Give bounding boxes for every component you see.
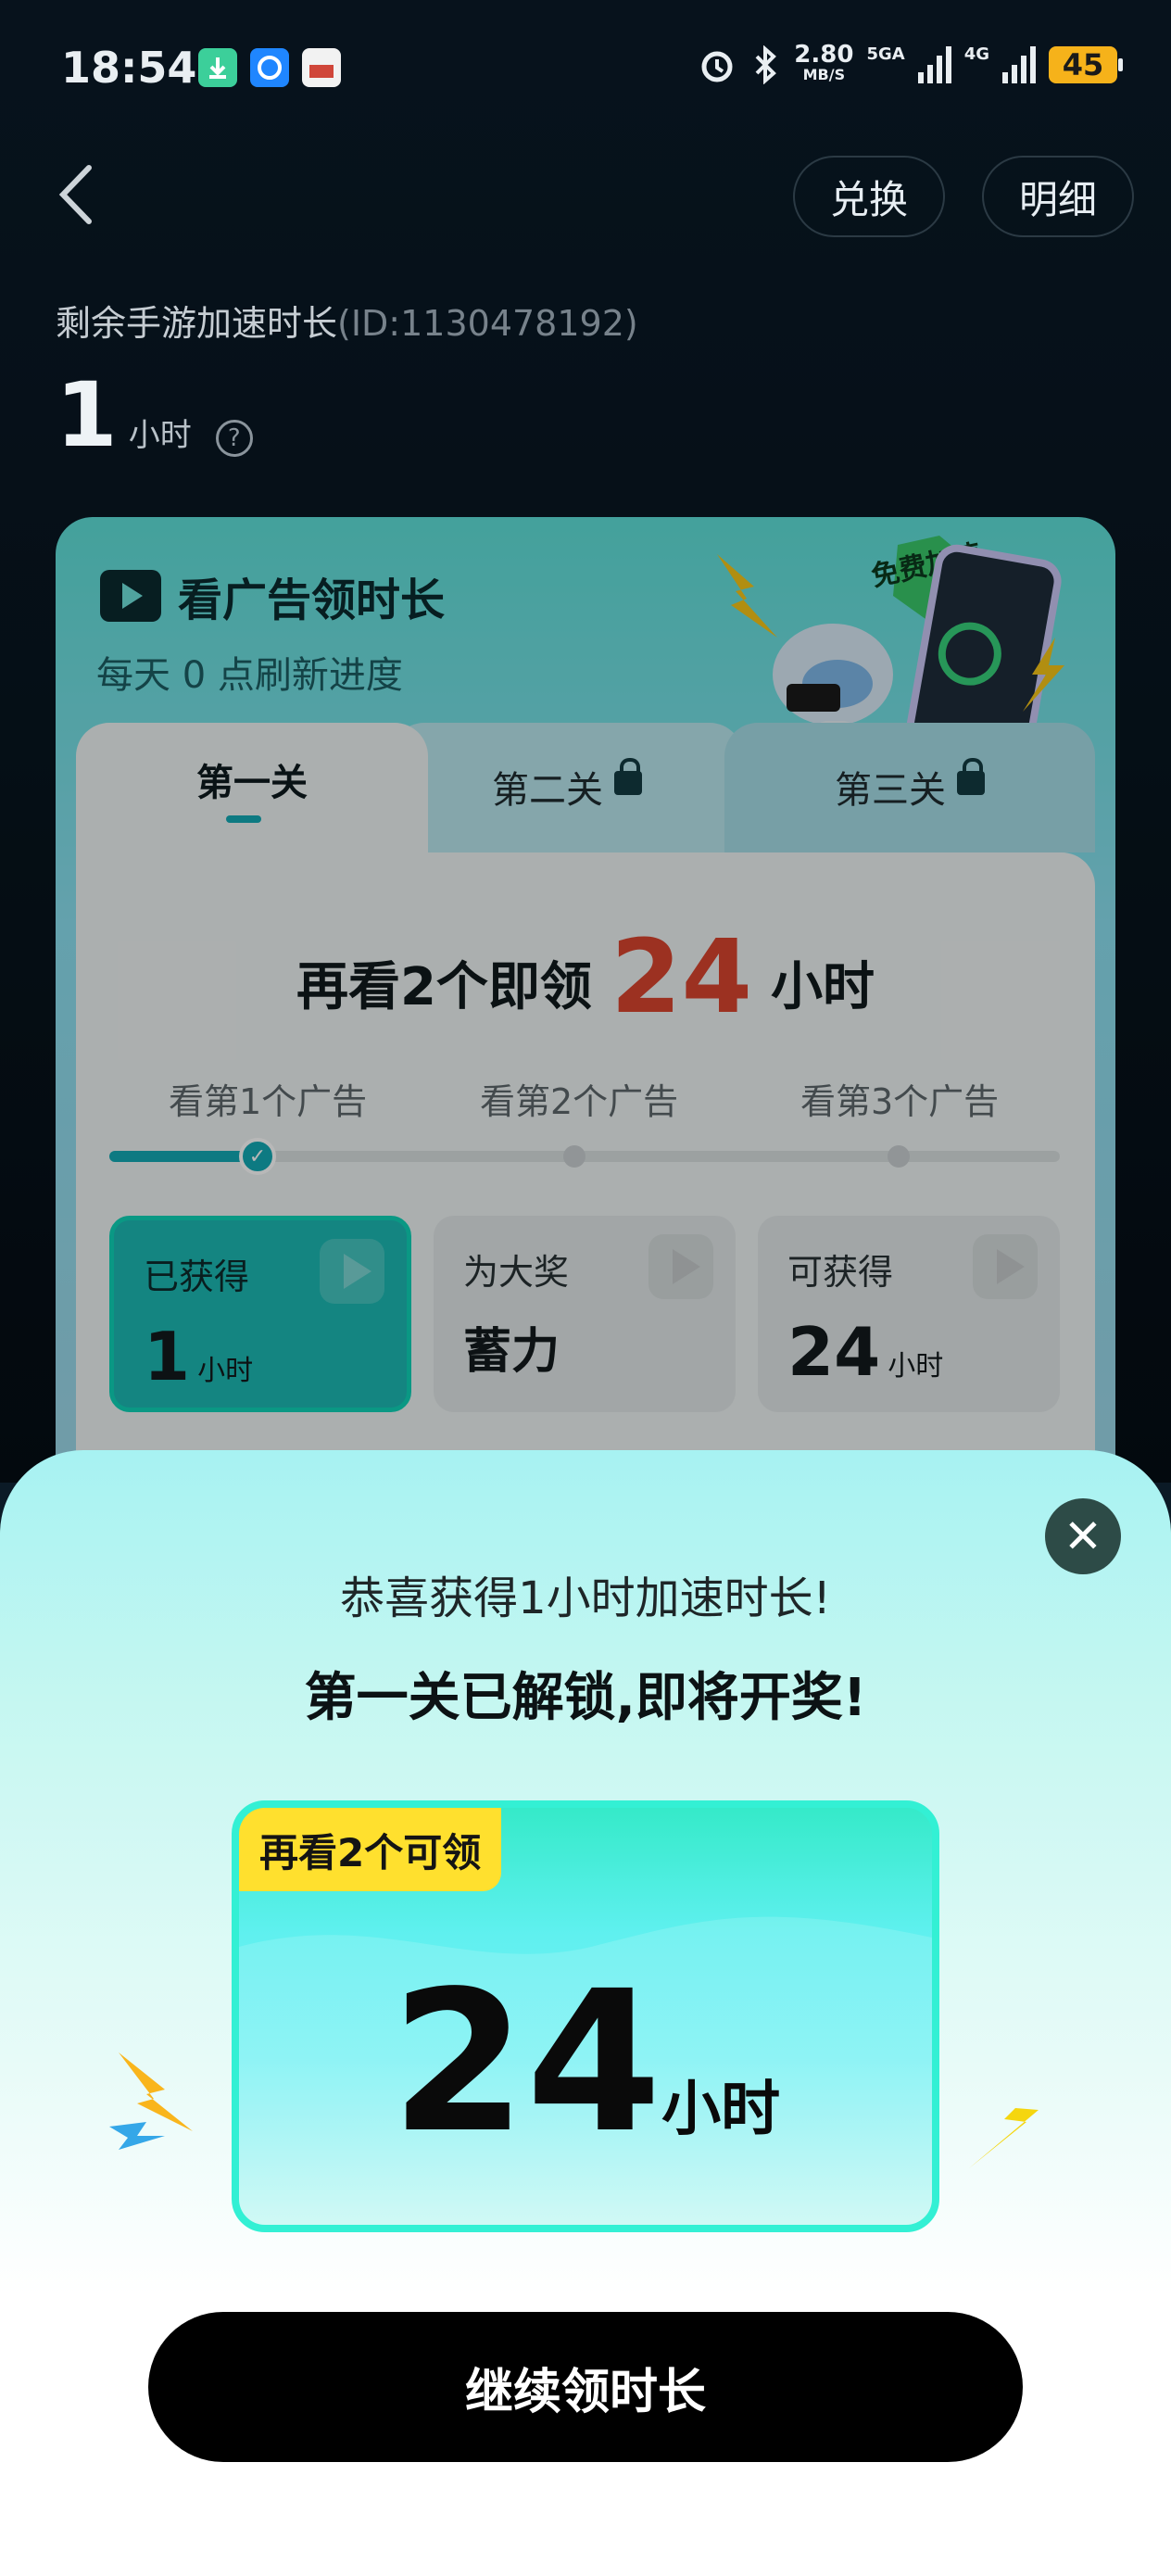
- step-dot-2: [563, 1145, 586, 1168]
- step-check-icon: ✓: [239, 1138, 276, 1175]
- card-title: 看广告领时长: [100, 563, 445, 628]
- download-icon: [198, 48, 237, 87]
- account-id: (ID:1130478192): [337, 303, 638, 344]
- alarm-icon: [701, 51, 733, 82]
- tab-level-2[interactable]: 第二关: [391, 723, 743, 852]
- step-label-1: 看第1个广告: [169, 1081, 368, 1122]
- bluetooth-icon: [755, 45, 777, 84]
- lock-icon: [957, 758, 985, 795]
- remaining-hours: 1 小时 ?: [56, 363, 253, 467]
- prize-card: 再看2个可领 24小时: [232, 1800, 939, 2232]
- reward-boxes: 已获得 1 小时 为大奖 蓄力 可获得 24 小时: [109, 1216, 1060, 1420]
- level-panel: 再看2个即领 24 小时 看第1个广告 看第2个广告 看第3个广告 ✓ 已获得 1小…: [76, 852, 1095, 1536]
- signal-icon-2: [1002, 46, 1036, 83]
- hours-unit: 小时: [128, 417, 192, 454]
- step-label-2: 看第2个广告: [480, 1081, 679, 1122]
- card-subtitle: 每天 0 点刷新进度: [96, 654, 403, 697]
- tab-level-1[interactable]: 第一关: [76, 723, 428, 852]
- charging-box: 为大奖 蓄力: [434, 1216, 736, 1412]
- step-dot-3: [888, 1145, 910, 1168]
- available-box: 可获得 24 小时: [758, 1216, 1060, 1412]
- tab-level-3[interactable]: 第三关: [724, 723, 1095, 852]
- play-icon: [973, 1234, 1038, 1299]
- lock-icon: [614, 758, 642, 795]
- hours-value: 1: [56, 363, 118, 467]
- prize-amount: 24小时: [390, 1949, 781, 2176]
- reward-headline: 再看2个即领 24 小时: [296, 917, 875, 1036]
- congrats-text: 恭喜获得1小时加速时长!: [340, 1572, 831, 1624]
- play-icon: [648, 1234, 713, 1299]
- battery-icon: 45: [1049, 46, 1123, 83]
- earned-value: 1 小时: [144, 1318, 254, 1395]
- cloud-icon: [250, 48, 289, 87]
- lightning-left-icon: [109, 2052, 193, 2150]
- status-bar: 18:54 2.80 MB/S 5GA 4G 45: [0, 37, 1171, 102]
- reward-popup: ✕ 恭喜获得1小时加速时长! 第一关已解锁,即将开奖! 再看2个可领 24小时 …: [0, 1450, 1171, 2576]
- ad-reward-card: 看广告领时长 每天 0 点刷新进度 免费加速 第二关 第三关 第一关 再看2个即…: [56, 517, 1115, 1536]
- continue-button[interactable]: 继续领时长: [148, 2312, 1023, 2462]
- lightning-right-icon: [969, 2062, 1062, 2168]
- available-value: 24 小时: [787, 1313, 944, 1391]
- step-labels: 看第1个广告 看第2个广告 看第3个广告: [76, 1073, 1095, 1129]
- level-tabs: 第二关 第三关 第一关: [76, 723, 1095, 852]
- signal-icon: [917, 46, 951, 83]
- net-type-5ga: 5GA: [866, 44, 905, 64]
- status-right: 2.80 MB/S 5GA 4G 45: [698, 41, 1123, 85]
- status-time: 18:54: [61, 43, 197, 93]
- headline-value: 24: [610, 917, 753, 1036]
- earned-box: 已获得 1 小时: [109, 1216, 411, 1412]
- back-arrow-icon[interactable]: [56, 162, 96, 227]
- play-icon: [320, 1239, 384, 1304]
- step-label-3: 看第3个广告: [800, 1081, 1000, 1122]
- help-icon[interactable]: ?: [215, 420, 253, 457]
- reader-app-icon: [302, 48, 341, 87]
- charging-value: 蓄力: [463, 1324, 560, 1380]
- unlocked-text: 第一关已解锁,即将开奖!: [304, 1668, 867, 1728]
- remaining-time-label: 剩余手游加速时长(ID:1130478192): [56, 303, 638, 344]
- net-type-4g: 4G: [963, 44, 989, 64]
- detail-button[interactable]: 明细: [982, 156, 1134, 237]
- tv-play-icon: [100, 570, 161, 622]
- net-speed: 2.80 MB/S: [794, 41, 854, 83]
- exchange-button[interactable]: 兑换: [793, 156, 945, 237]
- prize-tag: 再看2个可领: [239, 1808, 502, 1891]
